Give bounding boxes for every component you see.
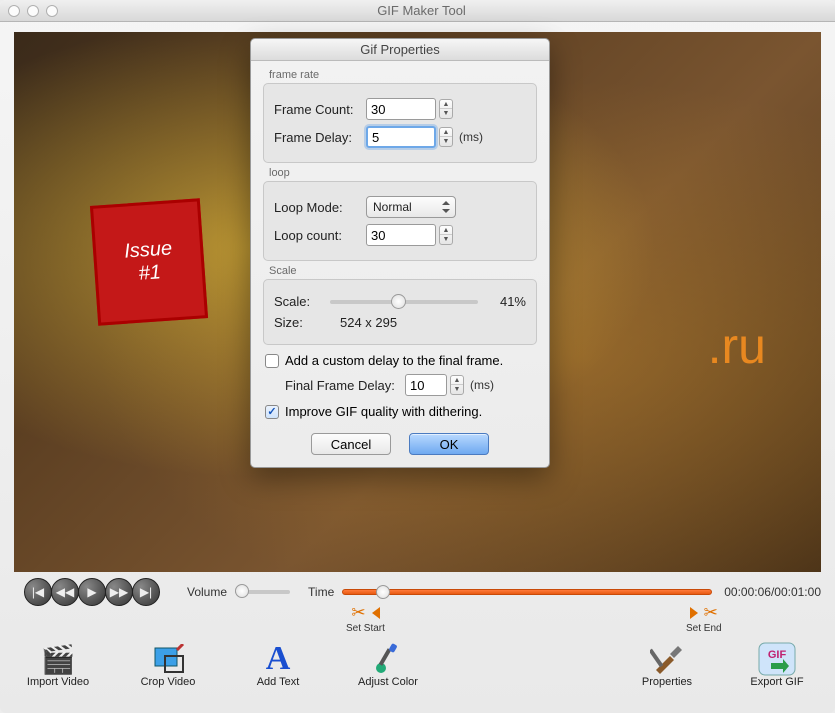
gif-export-icon: GIF	[756, 642, 798, 676]
dithering-label: Improve GIF quality with dithering.	[285, 404, 482, 419]
scale-percentage: 41%	[486, 294, 526, 309]
scale-group-label: Scale	[263, 265, 537, 279]
set-start-marker[interactable]: ✂ Set Start	[346, 603, 385, 634]
final-frame-delay-stepper[interactable]: ▲▼	[450, 375, 464, 395]
dithering-checkbox[interactable]: ✓	[265, 405, 279, 419]
watermark-text: .ru	[708, 317, 766, 375]
time-label: Time	[308, 585, 334, 599]
tool-label: Import Video	[27, 676, 89, 688]
frame-rate-group: Frame Count: ▲▼ Frame Delay: ▲▼ (ms)	[263, 83, 537, 163]
tools-icon	[646, 642, 688, 676]
frame-count-stepper[interactable]: ▲▼	[439, 99, 453, 119]
cancel-button[interactable]: Cancel	[311, 433, 391, 455]
loop-mode-value: Normal	[373, 200, 412, 214]
frame-delay-stepper[interactable]: ▲▼	[439, 127, 453, 147]
scale-slider[interactable]	[330, 300, 478, 304]
svg-text:GIF: GIF	[768, 649, 787, 661]
gif-properties-dialog: Gif Properties frame rate Frame Count: ▲…	[250, 38, 550, 468]
set-end-marker[interactable]: ✂ Set End	[686, 603, 722, 634]
final-frame-delay-label: Final Frame Delay:	[285, 378, 405, 393]
scissor-icon: ✂	[704, 603, 718, 623]
window-controls	[8, 5, 58, 17]
time-markers: ✂ Set Start ✂ Set End	[14, 606, 821, 636]
video-overlay-badge: Issue #1	[90, 198, 208, 325]
set-end-label: Set End	[686, 623, 722, 634]
tool-label: Adjust Color	[358, 676, 418, 688]
dialog-title: Gif Properties	[251, 39, 549, 61]
fast-forward-button[interactable]: ▶▶	[105, 578, 133, 606]
titlebar: GIF Maker Tool	[0, 0, 835, 22]
loop-count-label: Loop count:	[274, 228, 366, 243]
marker-triangle-icon	[372, 607, 380, 619]
time-readout: 00:00:06/00:01:00	[724, 585, 821, 599]
loop-count-input[interactable]	[366, 224, 436, 246]
set-start-label: Set Start	[346, 623, 385, 634]
add-text-button[interactable]: A Add Text	[238, 642, 318, 688]
letter-a-icon: A	[257, 642, 299, 676]
tool-label: Properties	[642, 676, 692, 688]
minimize-icon[interactable]	[27, 5, 39, 17]
add-custom-delay-label: Add a custom delay to the final frame.	[285, 353, 503, 368]
tool-label: Crop Video	[141, 676, 196, 688]
eyedropper-icon	[367, 642, 409, 676]
window-title: GIF Maker Tool	[58, 3, 785, 18]
properties-button[interactable]: Properties	[627, 642, 707, 688]
player-controls: |◀ ◀◀ ▶ ▶▶ ▶| Volume Time 00:00:06/00:01…	[0, 572, 835, 606]
app-window: GIF Maker Tool Issue #1 .ru Gif Properti…	[0, 0, 835, 713]
scale-label: Scale:	[274, 294, 322, 309]
time-slider[interactable]	[342, 589, 712, 595]
crop-video-button[interactable]: Crop Video	[128, 642, 208, 688]
transport-buttons: |◀ ◀◀ ▶ ▶▶ ▶|	[24, 578, 159, 606]
loop-count-stepper[interactable]: ▲▼	[439, 225, 453, 245]
play-button[interactable]: ▶	[78, 578, 106, 606]
rewind-button[interactable]: ◀◀	[51, 578, 79, 606]
size-value: 524 x 295	[340, 315, 397, 330]
loop-mode-label: Loop Mode:	[274, 200, 366, 215]
clapperboard-icon: 🎬	[37, 642, 79, 676]
final-frame-delay-unit: (ms)	[470, 378, 494, 392]
frame-delay-label: Frame Delay:	[274, 130, 366, 145]
skip-end-button[interactable]: ▶|	[132, 578, 160, 606]
frame-delay-input[interactable]	[366, 126, 436, 148]
scale-group: Scale: 41% Size: 524 x 295	[263, 279, 537, 345]
final-frame-delay-input[interactable]	[405, 374, 447, 396]
export-gif-button[interactable]: GIF Export GIF	[737, 642, 817, 688]
badge-line1: Issue	[124, 237, 173, 263]
frame-count-label: Frame Count:	[274, 102, 366, 117]
loop-mode-select[interactable]: Normal	[366, 196, 456, 218]
tool-label: Export GIF	[750, 676, 803, 688]
crop-icon	[147, 642, 189, 676]
adjust-color-button[interactable]: Adjust Color	[348, 642, 428, 688]
time-thumb[interactable]	[376, 585, 390, 599]
skip-start-button[interactable]: |◀	[24, 578, 52, 606]
zoom-icon[interactable]	[46, 5, 58, 17]
badge-line2: #1	[138, 261, 162, 285]
scale-slider-thumb[interactable]	[391, 294, 406, 309]
bottom-toolbar: 🎬 Import Video Crop Video A Add Text Adj…	[0, 636, 835, 688]
volume-label: Volume	[187, 585, 227, 599]
ok-button[interactable]: OK	[409, 433, 489, 455]
volume-thumb[interactable]	[235, 584, 249, 598]
import-video-button[interactable]: 🎬 Import Video	[18, 642, 98, 688]
loop-group-label: loop	[263, 167, 537, 181]
frame-count-input[interactable]	[366, 98, 436, 120]
marker-triangle-icon	[690, 607, 698, 619]
loop-group: Loop Mode: Normal Loop count: ▲▼	[263, 181, 537, 261]
tool-label: Add Text	[257, 676, 300, 688]
volume-slider[interactable]	[235, 590, 290, 594]
close-icon[interactable]	[8, 5, 20, 17]
add-custom-delay-checkbox[interactable]	[265, 354, 279, 368]
frame-rate-group-label: frame rate	[263, 69, 537, 83]
scissor-icon: ✂	[351, 603, 365, 623]
frame-delay-unit: (ms)	[459, 130, 483, 144]
size-label: Size:	[274, 315, 322, 330]
